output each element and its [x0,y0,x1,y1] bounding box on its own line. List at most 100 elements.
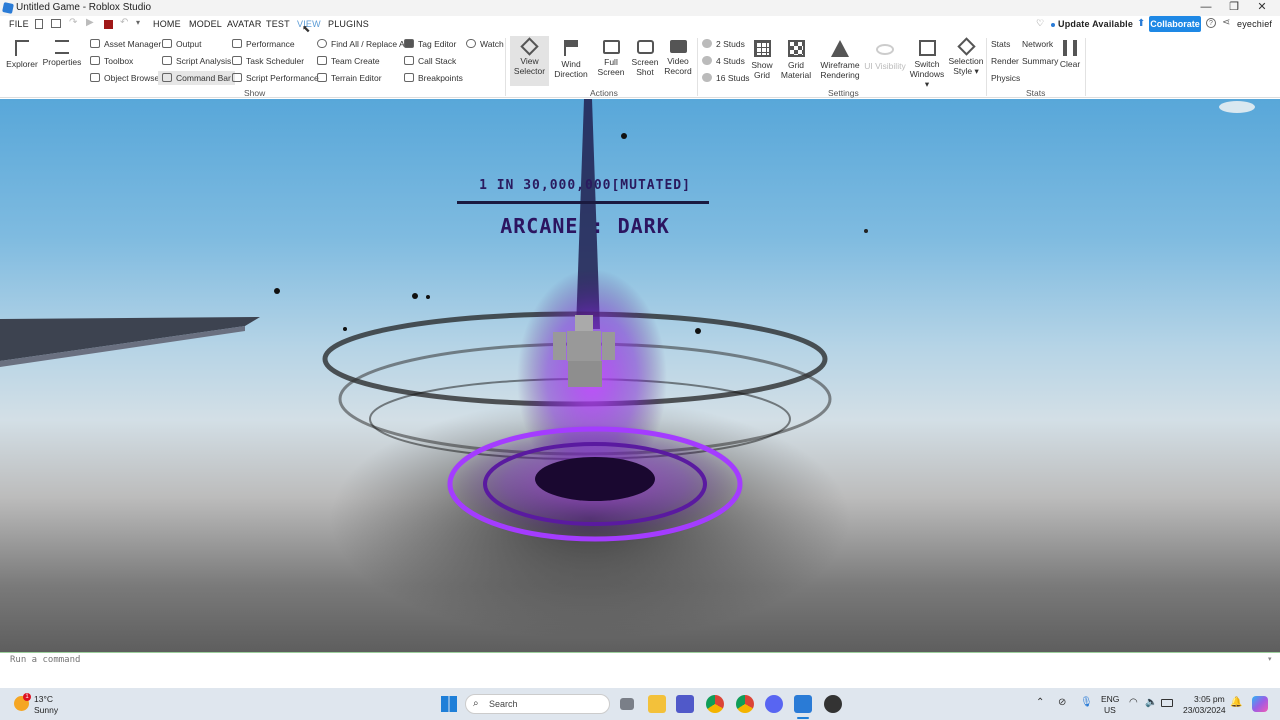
windows-start-icon[interactable] [441,696,457,712]
terrain-editor-item[interactable]: Terrain Editor [317,71,382,85]
teams-icon[interactable] [676,695,694,713]
share-icon[interactable]: ⋖ [1222,17,1230,28]
asset-manager-item[interactable]: Asset Manager [90,37,161,51]
properties-label: Properties [42,57,82,67]
minimize-button[interactable]: — [1192,0,1220,16]
script-analysis-item[interactable]: Script Analysis [162,54,231,68]
object-browser-item[interactable]: Object Browser [90,71,162,85]
heart-icon[interactable]: ♡ [1036,18,1044,29]
breakpoints-label: Breakpoints [418,73,463,83]
screen-shot-button[interactable]: Screen Shot [628,40,662,77]
show-grid-button[interactable]: Show Grid [746,40,778,80]
maximize-button[interactable]: ❐ [1220,0,1248,16]
roblox-studio-icon [2,2,14,14]
chrome-icon[interactable] [706,695,724,713]
settings-group-label: Settings [828,88,859,98]
wireframe-label-2: Rendering [820,70,860,80]
close-button[interactable]: ✕ [1248,0,1276,16]
studs-2-option[interactable]: 2 Studs [702,37,745,51]
call-stack-item[interactable]: Call Stack [404,54,456,68]
chrome-profile-icon[interactable] [736,695,754,713]
clock-time[interactable]: 3:05 pm [1194,694,1225,704]
new-file-icon[interactable] [35,19,43,29]
properties-button[interactable]: Properties [42,40,82,67]
update-available-link[interactable]: Update Available [1058,19,1133,29]
clock-date[interactable]: 23/03/2024 [1183,705,1226,715]
performance-item[interactable]: Performance [232,37,295,51]
find-all-item[interactable]: Find All / Replace All [317,37,408,51]
avatar-head [575,315,593,331]
team-create-item[interactable]: Team Create [317,54,380,68]
full-screen-button[interactable]: Full Screen [594,40,628,77]
obs-icon[interactable] [824,695,842,713]
taskbar-search-box[interactable]: ⌕ Search [465,694,610,714]
call-stack-icon [404,56,414,65]
window-title: Untitled Game - Roblox Studio [16,2,152,13]
flag-icon [564,40,578,56]
explorer-button[interactable]: Explorer [4,40,40,69]
wireframe-button[interactable]: Wireframe Rendering [818,40,862,80]
render-item[interactable]: Render [991,54,1019,68]
switch-windows-button[interactable]: Switch Windows ▾ [908,40,946,89]
chevron-down-icon[interactable]: ▾ [136,18,140,27]
open-file-icon[interactable] [51,19,61,28]
checker-icon [787,40,805,57]
stats-item[interactable]: Stats [991,37,1010,51]
username[interactable]: eyechief [1237,19,1272,29]
ui-visibility-button[interactable]: UI Visibility [864,40,906,71]
command-bar-dropdown-icon[interactable]: ▾ [1268,655,1272,663]
summary-item[interactable]: Summary [1022,54,1058,68]
view-selector-label-1: View [520,56,539,66]
file-explorer-icon[interactable] [648,695,666,713]
notification-bell-icon[interactable]: 🔔 [1230,697,1242,708]
menu-model[interactable]: MODEL [189,19,222,29]
output-item[interactable]: Output [162,37,202,51]
view-selector-button[interactable]: View Selector [510,36,549,86]
menu-file[interactable]: FILE [9,19,29,29]
command-bar-item[interactable]: Command Bar [158,71,235,85]
physics-item[interactable]: Physics [991,71,1020,85]
roblox-studio-taskbar-icon[interactable] [794,695,812,713]
network-item[interactable]: Network [1022,37,1053,51]
menu-plugins[interactable]: PLUGINS [328,19,369,29]
menu-avatar[interactable]: AVATAR [227,19,262,29]
chevron-up-icon[interactable]: ⌃ [1036,697,1044,708]
breakpoints-item[interactable]: Breakpoints [404,71,463,85]
undo-icon[interactable]: ↶ [120,17,128,28]
menu-test[interactable]: TEST [266,19,290,29]
network-off-icon[interactable]: ⊘ [1058,697,1066,708]
task-view-icon[interactable] [620,698,634,710]
wifi-icon[interactable]: ◠ [1129,697,1138,708]
volume-icon[interactable]: 🔈 [1145,697,1157,708]
clear-stats-button[interactable]: Clear [1056,40,1084,69]
studs-16-option[interactable]: 16 Studs [702,71,750,85]
language-en[interactable]: ENG [1101,694,1119,704]
discord-icon[interactable] [765,695,783,713]
microphone-icon[interactable]: 🎙 [1080,697,1093,708]
stop-icon[interactable] [104,20,113,29]
grid-material-button[interactable]: Grid Material [778,40,814,80]
game-viewport[interactable]: 1 IN 30,000,000[MUTATED] ARCANE : DARK [0,99,1280,652]
watch-item[interactable]: Watch [466,37,504,51]
command-input[interactable] [10,655,1210,665]
video-record-button[interactable]: Video Record [661,40,695,76]
tag-editor-item[interactable]: Tag Editor [404,37,456,51]
script-performance-item[interactable]: Script Performance [232,71,319,85]
battery-icon[interactable] [1161,699,1173,707]
collaborate-button[interactable]: Collaborate [1149,16,1201,32]
particle [412,293,418,299]
play-icon[interactable]: ▶ [86,17,94,28]
task-scheduler-item[interactable]: Task Scheduler [232,54,304,68]
aura-name-label: ARCANE : DARK [500,214,670,238]
menu-home[interactable]: HOME [153,19,181,29]
redo-icon[interactable]: ↷ [69,17,77,28]
toolbox-item[interactable]: Toolbox [90,54,133,68]
language-us[interactable]: US [1104,705,1116,715]
asset-manager-label: Asset Manager [104,39,162,49]
wind-direction-button[interactable]: Wind Direction [552,40,590,79]
help-icon[interactable]: ? [1206,18,1216,28]
studs-4-option[interactable]: 4 Studs [702,54,745,68]
copilot-icon[interactable] [1252,696,1268,712]
selection-style-button[interactable]: Selection Style ▾ [947,37,985,76]
particle [864,229,868,233]
